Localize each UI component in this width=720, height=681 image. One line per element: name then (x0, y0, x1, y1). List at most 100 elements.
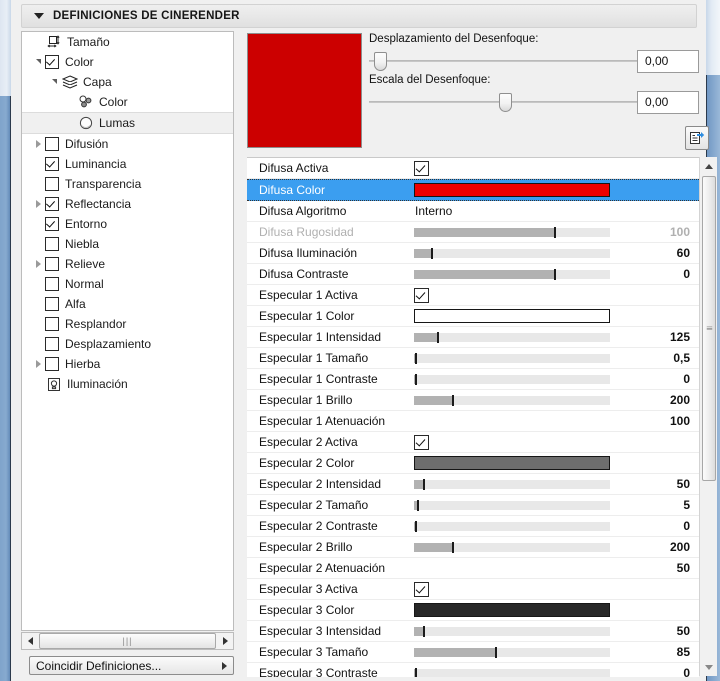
property-value[interactable]: 0 (683, 267, 690, 281)
property-color-swatch[interactable] (414, 456, 610, 470)
property-slider[interactable] (414, 499, 610, 511)
property-row[interactable]: Especular 1 Brillo 200 (247, 390, 699, 411)
slider-tick[interactable] (452, 394, 455, 406)
property-value[interactable]: 100 (670, 414, 690, 428)
tree-item-color[interactable]: Color (22, 92, 233, 112)
chevron-right-icon[interactable] (32, 360, 45, 368)
property-slider[interactable] (414, 478, 610, 490)
property-row[interactable]: Especular 3 Intensidad 50 (247, 621, 699, 642)
triangle-down-icon[interactable] (34, 13, 44, 19)
tree-checkbox[interactable] (45, 297, 59, 311)
chevron-right-icon[interactable] (32, 140, 45, 148)
property-checkbox[interactable] (414, 581, 429, 597)
property-value[interactable]: 0 (683, 666, 690, 677)
hscroll-thumb[interactable]: ||| (39, 633, 216, 649)
property-color-swatch[interactable] (414, 603, 610, 617)
property-row[interactable]: Especular 3 Contraste 0 (247, 663, 699, 677)
property-row[interactable]: Especular 1 Tamaño 0,5 (247, 348, 699, 369)
tree-item-relieve[interactable]: Relieve (22, 254, 233, 274)
tree-checkbox[interactable] (45, 357, 59, 371)
property-value[interactable]: 50 (677, 561, 690, 575)
tree-checkbox[interactable] (45, 157, 59, 171)
property-row[interactable]: Especular 1 Color (247, 306, 699, 327)
slider-value-field[interactable]: 0,00 (637, 90, 699, 114)
slider-value-field[interactable]: 0,00 (637, 49, 699, 73)
property-list-scrollbar[interactable]: ≡ (699, 157, 717, 676)
property-slider[interactable] (414, 268, 610, 280)
tree-checkbox[interactable] (45, 177, 59, 191)
tree-item-color[interactable]: Color (22, 52, 233, 72)
property-value[interactable]: 0 (683, 519, 690, 533)
property-row[interactable]: Especular 2 Color (247, 453, 699, 474)
tree-item-difusi-n[interactable]: Difusión (22, 134, 233, 154)
tree-item-transparencia[interactable]: Transparencia (22, 174, 233, 194)
property-row[interactable]: Especular 1 Intensidad 125 (247, 327, 699, 348)
property-row[interactable]: Difusa Rugosidad 100 (247, 222, 699, 243)
property-value[interactable]: 85 (677, 645, 690, 659)
tree-item-capa[interactable]: Capa (22, 72, 233, 92)
tree-checkbox[interactable] (45, 337, 59, 351)
slider-track-area[interactable] (369, 92, 644, 112)
slider-tick[interactable] (414, 373, 417, 385)
property-slider[interactable] (414, 394, 610, 406)
tree-item-entorno[interactable]: Entorno (22, 214, 233, 234)
slider-tick[interactable] (416, 499, 419, 511)
property-value[interactable]: 50 (677, 477, 690, 491)
property-slider[interactable] (414, 247, 610, 259)
chevron-right-icon[interactable] (32, 260, 45, 268)
tree-item-tama-o[interactable]: Tamaño (22, 32, 233, 52)
property-value[interactable]: 100 (670, 225, 690, 239)
slider-tick[interactable] (414, 667, 417, 677)
tree-item-niebla[interactable]: Niebla (22, 234, 233, 254)
slider-tick[interactable] (554, 226, 557, 238)
property-row[interactable]: Especular 2 Brillo 200 (247, 537, 699, 558)
property-row[interactable]: Especular 1 Contraste 0 (247, 369, 699, 390)
tree-checkbox[interactable] (45, 257, 59, 271)
property-slider[interactable] (414, 625, 610, 637)
tree-item-lumas[interactable]: Lumas (22, 112, 233, 134)
tree-checkbox[interactable] (45, 217, 59, 231)
property-value[interactable]: 200 (670, 393, 690, 407)
tree-checkbox[interactable] (45, 137, 59, 151)
property-row[interactable]: Especular 2 Tamaño 5 (247, 495, 699, 516)
property-slider[interactable] (414, 667, 610, 677)
slider-tick[interactable] (554, 268, 557, 280)
scroll-up-button[interactable] (701, 158, 717, 174)
property-slider[interactable] (414, 331, 610, 343)
tree-checkbox[interactable] (45, 197, 59, 211)
property-checkbox[interactable] (414, 287, 429, 303)
property-value[interactable]: 0 (683, 372, 690, 386)
scroll-left-button[interactable] (22, 633, 38, 649)
property-value[interactable]: 5 (683, 498, 690, 512)
property-row[interactable]: Especular 3 Tamaño 85 (247, 642, 699, 663)
property-value[interactable]: 60 (677, 246, 690, 260)
property-row[interactable]: Difusa Contraste 0 (247, 264, 699, 285)
property-slider[interactable] (414, 352, 610, 364)
slider-track-area[interactable] (369, 51, 644, 71)
property-value[interactable]: 0,5 (673, 351, 690, 365)
slider-tick[interactable] (414, 352, 417, 364)
property-text-value[interactable]: Interno (415, 204, 452, 218)
tree-item-luminancia[interactable]: Luminancia (22, 154, 233, 174)
property-checkbox[interactable] (414, 434, 429, 450)
property-value[interactable]: 200 (670, 540, 690, 554)
scroll-down-button[interactable] (701, 659, 717, 675)
slider-tick[interactable] (422, 625, 425, 637)
property-row[interactable]: Difusa Activa (247, 158, 699, 179)
slider-tick[interactable] (436, 331, 439, 343)
property-slider[interactable] (414, 541, 610, 553)
property-row[interactable]: Difusa Iluminación 60 (247, 243, 699, 264)
property-row[interactable]: Especular 2 Contraste 0 (247, 516, 699, 537)
property-row[interactable]: Difusa Algoritmo Interno (247, 201, 699, 222)
tree-checkbox[interactable] (45, 317, 59, 331)
match-definitions-button[interactable]: Coincidir Definiciones... (29, 656, 234, 675)
tree-checkbox[interactable] (45, 55, 59, 69)
property-row[interactable]: Especular 2 Atenuación 50 (247, 558, 699, 579)
export-document-button[interactable] (685, 126, 709, 150)
color-preview-swatch[interactable] (247, 33, 362, 148)
property-checkbox[interactable] (414, 160, 429, 176)
property-row[interactable]: Difusa Color (247, 179, 699, 201)
tree-horizontal-scrollbar[interactable]: ||| (21, 632, 234, 650)
chevron-right-icon[interactable] (32, 200, 45, 208)
tree-item-normal[interactable]: Normal (22, 274, 233, 294)
